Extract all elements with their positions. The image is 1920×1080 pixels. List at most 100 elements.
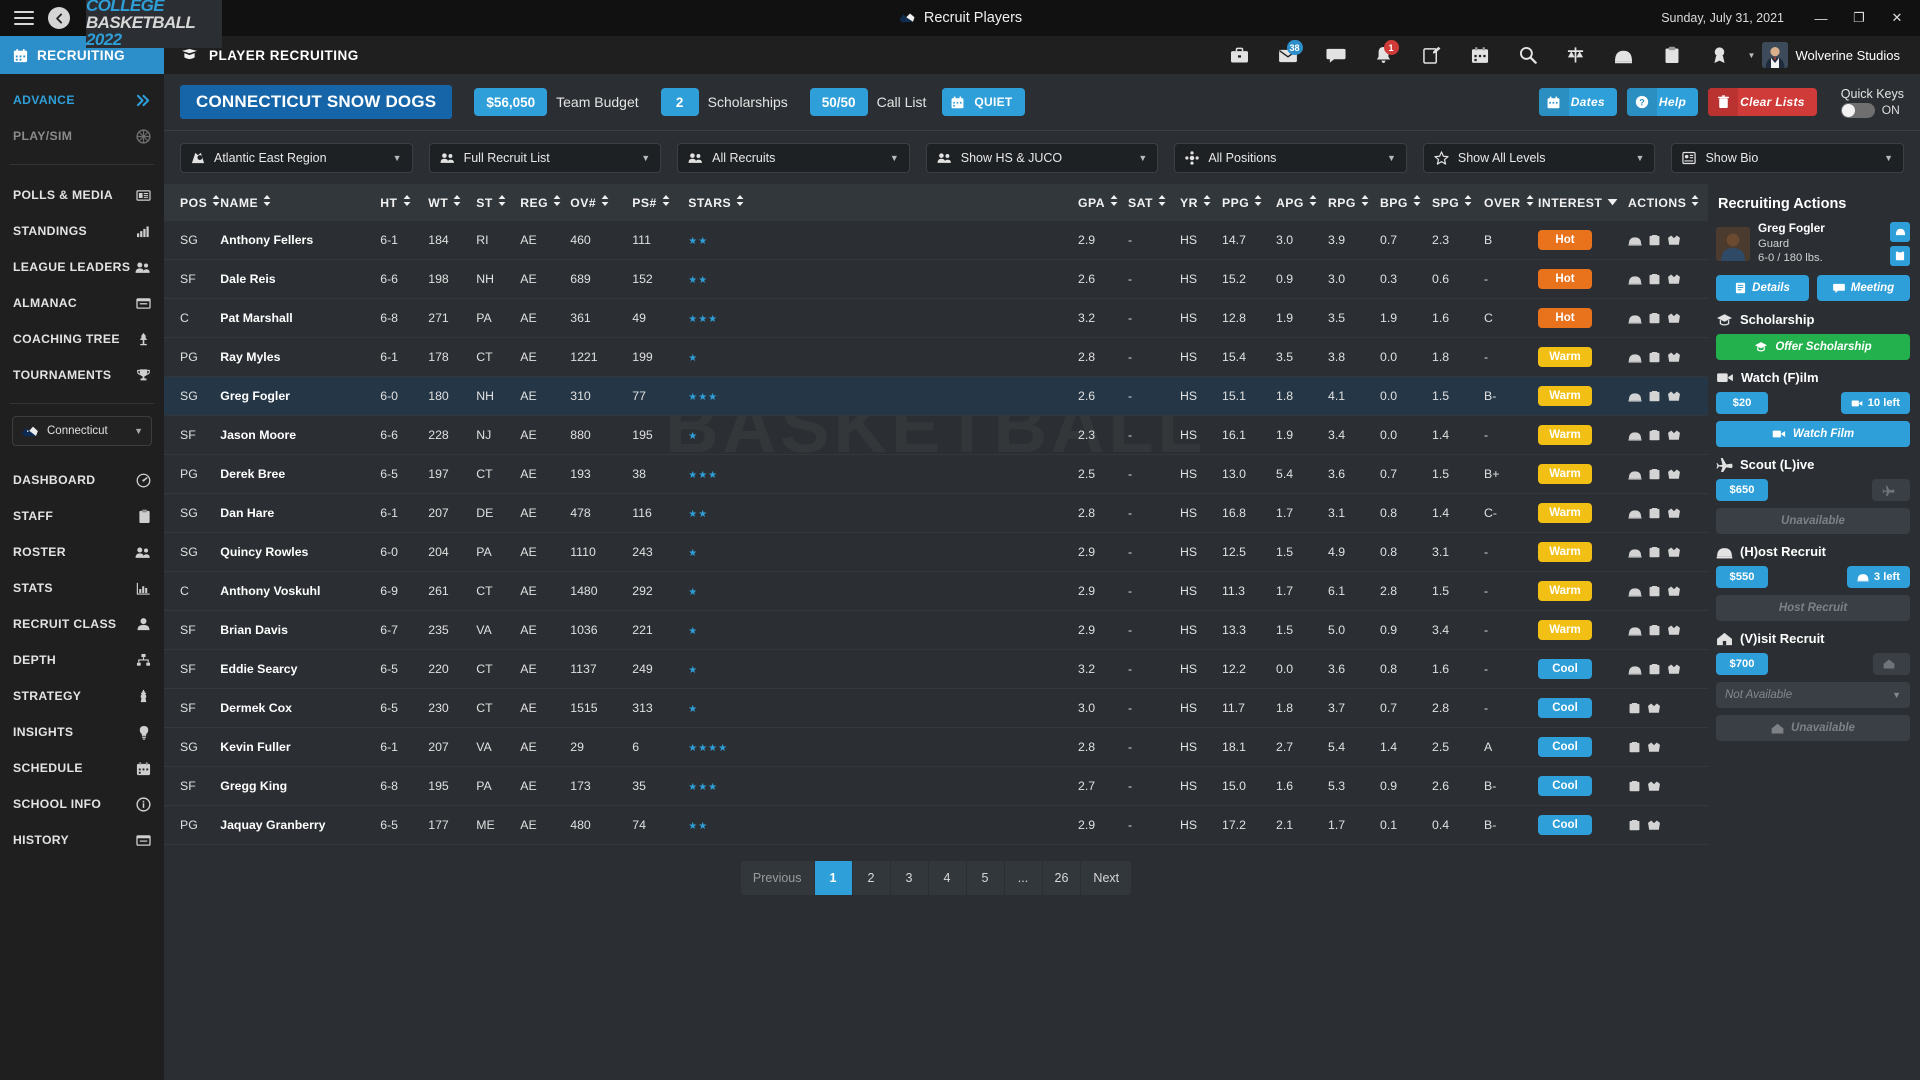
- dates-button[interactable]: Dates: [1538, 88, 1617, 116]
- column-header-wt[interactable]: WT: [428, 184, 477, 221]
- sidebar-item-tournaments[interactable]: TOURNAMENTS: [0, 357, 164, 393]
- scout-icon[interactable]: [1667, 547, 1681, 558]
- table-row[interactable]: SG Dan Hare 6-1 207 DE AE 478 116 ★★ 2.8- HS 16.8 1.…: [164, 493, 1708, 533]
- sort-toggle-icon[interactable]: [1158, 195, 1166, 208]
- scout-icon[interactable]: [1667, 391, 1681, 402]
- scout-icon[interactable]: [1667, 274, 1681, 285]
- scout-icon[interactable]: [1667, 235, 1681, 246]
- table-row[interactable]: SG Quincy Rowles 6-0 204 PA AE 1110 243 ★ 2.9- HS 1…: [164, 532, 1708, 572]
- sidebar-item-advance[interactable]: ADVANCE: [0, 82, 164, 118]
- scout-icon[interactable]: [1667, 352, 1681, 363]
- sort-toggle-icon[interactable]: [601, 195, 609, 208]
- pagination-page-3[interactable]: 3: [890, 861, 929, 895]
- filter-level-type[interactable]: Show HS & JUCO ▼: [925, 142, 1159, 173]
- cell-name[interactable]: Pat Marshall: [220, 298, 381, 338]
- sidebar-item-strategy[interactable]: STRATEGY: [0, 678, 164, 714]
- compare-icon[interactable]: [1552, 36, 1600, 74]
- scout-icon[interactable]: [1647, 703, 1661, 714]
- sort-toggle-icon[interactable]: [1254, 195, 1262, 208]
- cell-name[interactable]: Brian Davis: [220, 610, 381, 650]
- sidebar-item-dashboard[interactable]: DASHBOARD: [0, 462, 164, 498]
- visit-icon[interactable]: [1628, 819, 1641, 831]
- scout-icon[interactable]: [1667, 508, 1681, 519]
- scout-icon[interactable]: [1647, 820, 1661, 831]
- host-icon[interactable]: [1628, 469, 1642, 480]
- column-header-act[interactable]: ACTIONS: [1628, 184, 1708, 221]
- table-row[interactable]: SG Greg Fogler 6-0 180 NH AE 310 77 ★★★ 2.6- HS 15.…: [164, 376, 1708, 416]
- pagination-page-1[interactable]: 1: [814, 861, 853, 895]
- host-icon[interactable]: [1628, 274, 1642, 285]
- cell-name[interactable]: Eddie Searcy: [220, 649, 381, 689]
- cell-name[interactable]: Dermek Cox: [220, 688, 381, 728]
- table-row[interactable]: SF Eddie Searcy 6-5 220 CT AE 1137 249 ★ 3.2- HS 12…: [164, 649, 1708, 689]
- sidebar-item-polls-media[interactable]: POLLS & MEDIA: [0, 177, 164, 213]
- sort-toggle-icon[interactable]: [403, 195, 411, 208]
- cell-name[interactable]: Quincy Rowles: [220, 532, 381, 572]
- meeting-button[interactable]: Meeting: [1817, 275, 1910, 302]
- sort-toggle-icon[interactable]: [1691, 195, 1699, 208]
- clear-lists-button[interactable]: Clear Lists: [1708, 88, 1817, 116]
- table-row[interactable]: C Pat Marshall 6-8 271 PA AE 361 49 ★★★ 3.2- HS 12.…: [164, 298, 1708, 338]
- table-row[interactable]: SF Dermek Cox 6-5 230 CT AE 1515 313 ★ 3.0- HS 11.7…: [164, 688, 1708, 728]
- cell-name[interactable]: Gregg King: [220, 766, 381, 806]
- filter-positions[interactable]: All Positions ▼: [1174, 142, 1407, 173]
- minimize-button[interactable]: —: [1802, 0, 1840, 36]
- visit-icon[interactable]: [1648, 663, 1661, 675]
- column-header-bpg[interactable]: BPG: [1380, 184, 1432, 221]
- visit-icon[interactable]: [1648, 624, 1661, 636]
- column-header-over[interactable]: OVER: [1484, 184, 1538, 221]
- sidebar-item-roster[interactable]: ROSTER: [0, 534, 164, 570]
- filter-region[interactable]: Atlantic East Region ▼: [180, 142, 413, 173]
- sort-toggle-icon[interactable]: [212, 195, 220, 208]
- column-header-reg[interactable]: REG: [520, 184, 571, 221]
- table-row[interactable]: SG Anthony Fellers 6-1 184 RI AE 460 111 ★★ 2.9- H…: [164, 221, 1708, 260]
- scout-icon[interactable]: [1667, 469, 1681, 480]
- host-icon[interactable]: [1628, 391, 1642, 402]
- sort-toggle-icon[interactable]: [553, 195, 561, 208]
- filter-bio[interactable]: Show Bio ▼: [1671, 142, 1905, 173]
- column-header-rpg[interactable]: RPG: [1328, 184, 1380, 221]
- clipboard-icon[interactable]: [1648, 36, 1696, 74]
- column-header-name[interactable]: NAME: [220, 184, 381, 221]
- cell-name[interactable]: Jaquay Granberry: [220, 805, 381, 845]
- pagination-page-4[interactable]: 4: [928, 861, 967, 895]
- clipboard-icon[interactable]: [1890, 245, 1910, 266]
- sidebar-item-schedule[interactable]: SCHEDULE: [0, 750, 164, 786]
- sort-toggle-icon[interactable]: [453, 195, 461, 208]
- sort-toggle-icon[interactable]: [498, 195, 506, 208]
- cell-name[interactable]: Anthony Voskuhl: [220, 571, 381, 611]
- pagination-next[interactable]: Next: [1081, 861, 1132, 895]
- sort-toggle-icon[interactable]: [1413, 195, 1421, 208]
- visit-icon[interactable]: [1628, 702, 1641, 714]
- table-row[interactable]: PG Derek Bree 6-5 197 CT AE 193 38 ★★★ 2.5- HS 13.0…: [164, 454, 1708, 494]
- help-button[interactable]: ? Help: [1626, 88, 1699, 116]
- host-icon[interactable]: [1628, 547, 1642, 558]
- host-icon[interactable]: [1628, 313, 1642, 324]
- pagination-previous[interactable]: Previous: [740, 861, 815, 895]
- watch-film-button[interactable]: Watch Film: [1716, 421, 1910, 448]
- scout-icon[interactable]: [1647, 742, 1661, 753]
- visit-icon[interactable]: [1628, 741, 1641, 753]
- host-icon[interactable]: [1628, 235, 1642, 246]
- cell-name[interactable]: Ray Myles: [220, 337, 381, 377]
- column-header-spg[interactable]: SPG: [1432, 184, 1484, 221]
- briefcase-icon[interactable]: [1216, 36, 1264, 74]
- table-row[interactable]: SG Kevin Fuller 6-1 207 VA AE 29 6 ★★★★ 2.8- HS 18.…: [164, 727, 1708, 767]
- table-row[interactable]: SF Gregg King 6-8 195 PA AE 173 35 ★★★ 2.7- HS 15.0…: [164, 766, 1708, 806]
- sidebar-item-depth[interactable]: DEPTH: [0, 642, 164, 678]
- column-header-ov[interactable]: OV#: [570, 184, 633, 221]
- column-header-apg[interactable]: APG: [1276, 184, 1328, 221]
- cell-name[interactable]: Anthony Fellers: [220, 221, 381, 260]
- column-header-yr[interactable]: YR: [1180, 184, 1222, 221]
- sidebar-item-recruit-class[interactable]: RECRUIT CLASS: [0, 606, 164, 642]
- trophy-award-icon[interactable]: [1696, 36, 1744, 74]
- visit-icon[interactable]: [1648, 468, 1661, 480]
- sidebar-item-play-sim[interactable]: PLAY/SIM: [0, 118, 164, 154]
- filter-levels[interactable]: Show All Levels ▼: [1422, 142, 1656, 173]
- scout-icon[interactable]: [1667, 664, 1681, 675]
- sidebar-item-staff[interactable]: STAFF: [0, 498, 164, 534]
- host-icon[interactable]: [1628, 352, 1642, 363]
- scout-icon[interactable]: [1667, 625, 1681, 636]
- sort-toggle-icon[interactable]: [1110, 195, 1118, 208]
- sidebar-item-almanac[interactable]: ALMANAC: [0, 285, 164, 321]
